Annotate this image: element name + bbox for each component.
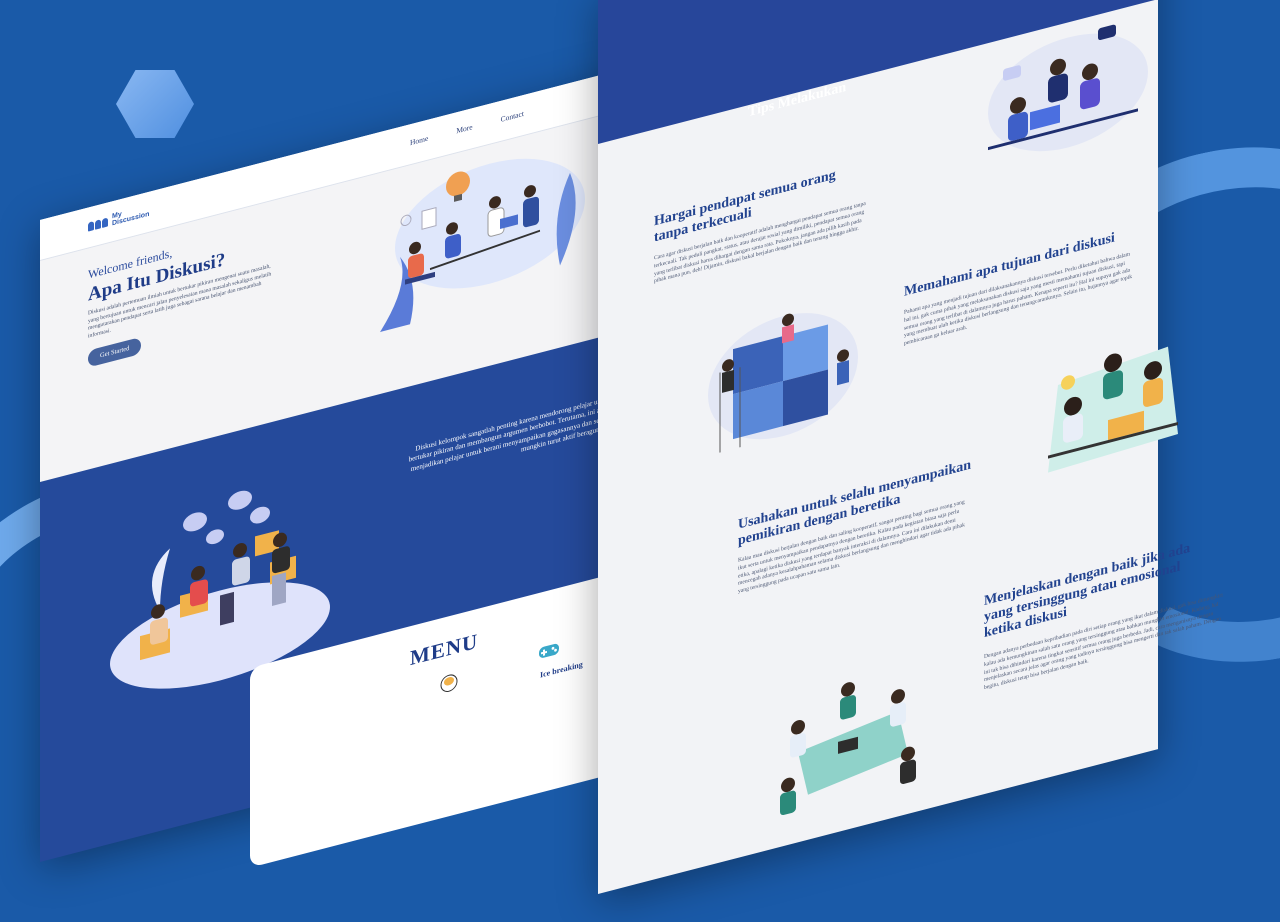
- gamepad-icon[interactable]: [538, 640, 560, 662]
- nav-more[interactable]: More: [456, 122, 472, 135]
- tips-header-title: Tips Melakukan: [748, 79, 847, 121]
- landing-page-mockup: My Discussion Home More Contact Welcome f…: [40, 64, 640, 868]
- site-logo[interactable]: My Discussion: [88, 204, 149, 234]
- hexagon-decoration: [116, 70, 194, 138]
- nav-contact[interactable]: Contact: [501, 109, 524, 124]
- brain-icon[interactable]: [440, 672, 458, 695]
- nav-home[interactable]: Home: [410, 134, 428, 148]
- puzzle-teamwork-illustration: [708, 313, 858, 453]
- menu-title: MENU: [410, 628, 479, 671]
- menu-item-ice-breaking[interactable]: Ice breaking: [540, 660, 583, 680]
- tips-page-mockup: Tips Melakukan Hargai pendapat semua ora…: [598, 0, 1223, 894]
- about-band: Diskusi kelompok sangatlah penting karen…: [40, 326, 640, 868]
- roundtable-illustration: [780, 682, 916, 816]
- people-icon: [88, 216, 108, 232]
- get-started-button[interactable]: Get Started: [88, 336, 142, 368]
- band-text: Diskusi kelompok sangatlah penting karen…: [408, 394, 610, 473]
- main-nav: Home More Contact: [410, 109, 524, 147]
